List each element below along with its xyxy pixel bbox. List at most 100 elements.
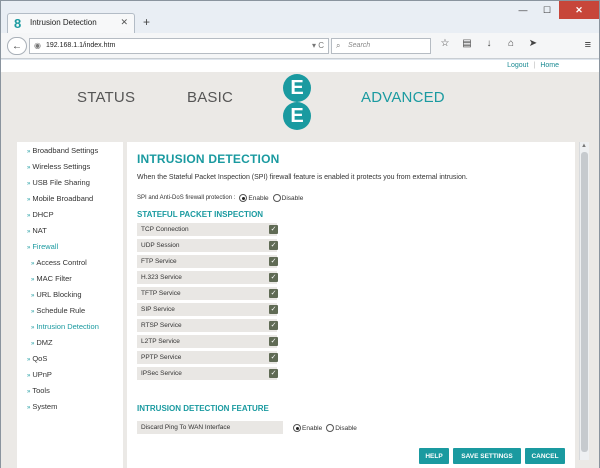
top-links: Logout | Home	[507, 62, 559, 69]
packet-row-rtsp: RTSP Service	[137, 319, 277, 332]
packet-row-ftp: FTP Service	[137, 255, 277, 268]
spi-label: SPI and Anti-DoS firewall protection :	[137, 195, 236, 201]
close-window-icon[interactable]: ✕	[559, 1, 599, 19]
search-icon: ⌕	[336, 41, 341, 50]
packet-row-h323: H.323 Service	[137, 271, 277, 284]
spi-enable-label: Enable	[248, 194, 269, 202]
packet-row-sip: SIP Service	[137, 303, 277, 316]
browser-window: 8 Intrusion Detection ✕ + — ☐ ✕ ← ◉ 192.…	[0, 0, 600, 468]
discard-enable-radio[interactable]	[293, 424, 301, 432]
sidebar-item-qos[interactable]: » QoS	[27, 354, 47, 363]
sidebar-item-system[interactable]: » System	[27, 402, 57, 411]
udp-checkbox[interactable]: ✓	[269, 241, 278, 250]
h323-checkbox[interactable]: ✓	[269, 273, 278, 282]
discard-disable-radio[interactable]	[326, 424, 335, 432]
ee-logo: E E	[279, 74, 317, 130]
url-bar[interactable]: ◉ 192.168.1.1/index.htm ▾ C	[29, 38, 329, 54]
scroll-up-icon[interactable]: ▲	[581, 143, 587, 149]
sidebar-item-dmz[interactable]: » DMZ	[31, 338, 53, 347]
main-menu-header: STATUS BASIC E E ADVANCED	[1, 72, 599, 132]
sidebar-item-mobile-broadband[interactable]: » Mobile Broadband	[27, 194, 93, 203]
sidebar-item-access-control[interactable]: » Access Control	[31, 258, 87, 267]
router-page: Logout | Home STATUS BASIC E E ADVANCED » B…	[1, 60, 599, 468]
discard-disable-label: Disable	[335, 424, 357, 432]
new-tab-icon[interactable]: +	[143, 15, 150, 29]
logo-bottom-circle: E	[283, 102, 311, 130]
sidebar-item-mac-filter[interactable]: » MAC Filter	[31, 274, 72, 283]
feature-section-title: INTRUSION DETECTION FEATURE	[137, 404, 269, 413]
spi-protection-row: SPI and Anti-DoS firewall protection : E…	[137, 194, 303, 202]
globe-icon: ◉	[34, 41, 41, 50]
sidebar: » Broadband Settings » Wireless Settings »…	[17, 142, 123, 468]
help-button[interactable]: HELP	[419, 448, 449, 464]
menu-status[interactable]: STATUS	[77, 89, 135, 106]
tab-close-icon[interactable]: ✕	[120, 17, 128, 28]
send-icon[interactable]: ➤	[527, 38, 539, 49]
menu-advanced[interactable]: ADVANCED	[361, 89, 445, 106]
reading-list-icon[interactable]: ▤	[461, 38, 473, 49]
spi-disable-label: Disable	[281, 194, 304, 202]
hamburger-menu-icon[interactable]: ≡	[585, 39, 591, 51]
sidebar-item-firewall[interactable]: » Firewall	[27, 242, 58, 251]
sidebar-item-url-blocking[interactable]: » URL Blocking	[31, 290, 82, 299]
sidebar-item-upnp[interactable]: » UPnP	[27, 370, 52, 379]
maximize-icon[interactable]: ☐	[535, 1, 559, 19]
discard-enable-label: Enable	[302, 424, 323, 432]
description-text: When the Stateful Packet Inspection (SPI…	[137, 174, 468, 181]
packet-row-pptp: PPTP Service	[137, 351, 277, 364]
sidebar-item-tools[interactable]: » Tools	[27, 386, 50, 395]
url-text: 192.168.1.1/index.htm	[46, 42, 116, 49]
scroll-thumb[interactable]	[581, 152, 588, 452]
discard-ping-row: Discard Ping To WAN Interface	[137, 421, 283, 434]
minimize-icon[interactable]: —	[511, 1, 535, 19]
spi-enable-radio[interactable]	[239, 194, 248, 202]
menu-basic[interactable]: BASIC	[187, 89, 233, 106]
home-icon[interactable]: ⌂	[505, 38, 517, 49]
spi-disable-radio[interactable]	[272, 194, 281, 202]
ipsec-checkbox[interactable]: ✓	[269, 369, 278, 378]
sidebar-item-schedule-rule[interactable]: » Schedule Rule	[31, 306, 85, 315]
sidebar-item-intrusion-detection[interactable]: » Intrusion Detection	[31, 322, 99, 331]
navigation-bar: ← ◉ 192.168.1.1/index.htm ▾ C ⌕ Search ☆…	[1, 33, 599, 59]
sidebar-item-dhcp[interactable]: » DHCP	[27, 210, 54, 219]
sidebar-item-usb-file-sharing[interactable]: » USB File Sharing	[27, 178, 90, 187]
search-bar[interactable]: ⌕ Search	[331, 38, 431, 54]
packet-row-tcp: TCP Connection	[137, 223, 277, 236]
packet-row-ipsec: IPSec Service	[137, 367, 277, 380]
browser-tab[interactable]: 8 Intrusion Detection ✕	[7, 13, 135, 33]
page-title: INTRUSION DETECTION	[137, 152, 280, 166]
content-panel: INTRUSION DETECTION When the Stateful Pa…	[127, 142, 575, 468]
home-link[interactable]: Home	[540, 62, 559, 69]
sidebar-item-broadband-settings[interactable]: » Broadband Settings	[27, 146, 98, 155]
tcp-checkbox[interactable]: ✓	[269, 225, 278, 234]
l2tp-checkbox[interactable]: ✓	[269, 337, 278, 346]
back-arrow-icon[interactable]: ←	[7, 37, 27, 55]
spi-section-title: STATEFUL PACKET INSPECTION	[137, 210, 264, 219]
ee-favicon-icon: 8	[14, 16, 22, 31]
sidebar-item-nat[interactable]: » NAT	[27, 226, 47, 235]
rtsp-checkbox[interactable]: ✓	[269, 321, 278, 330]
sidebar-item-wireless-settings[interactable]: » Wireless Settings	[27, 162, 90, 171]
ftp-checkbox[interactable]: ✓	[269, 257, 278, 266]
tftp-checkbox[interactable]: ✓	[269, 289, 278, 298]
window-controls: — ☐ ✕	[511, 1, 599, 21]
page-body: » Broadband Settings » Wireless Settings »…	[1, 132, 599, 468]
vertical-scrollbar[interactable]: ▲	[579, 142, 589, 460]
title-bar: 8 Intrusion Detection ✕ + — ☐ ✕	[1, 1, 599, 33]
pptp-checkbox[interactable]: ✓	[269, 353, 278, 362]
logout-link[interactable]: Logout	[507, 62, 528, 69]
discard-ping-options: Enable Disable	[289, 424, 357, 432]
download-icon[interactable]: ↓	[483, 38, 495, 49]
reload-icon[interactable]: ▾ C	[312, 41, 324, 50]
logo-top-circle: E	[283, 74, 311, 102]
tab-title: Intrusion Detection	[30, 18, 97, 27]
save-settings-button[interactable]: SAVE SETTINGS	[453, 448, 521, 464]
packet-row-tftp: TFTP Service	[137, 287, 277, 300]
bookmark-star-icon[interactable]: ☆	[439, 38, 451, 49]
packet-row-udp: UDP Session	[137, 239, 277, 252]
packet-row-l2tp: L2TP Service	[137, 335, 277, 348]
cancel-button[interactable]: CANCEL	[525, 448, 565, 464]
sip-checkbox[interactable]: ✓	[269, 305, 278, 314]
search-placeholder: Search	[348, 42, 371, 49]
toolbar-icons: ☆ ▤ ↓ ⌂ ➤	[439, 38, 539, 49]
